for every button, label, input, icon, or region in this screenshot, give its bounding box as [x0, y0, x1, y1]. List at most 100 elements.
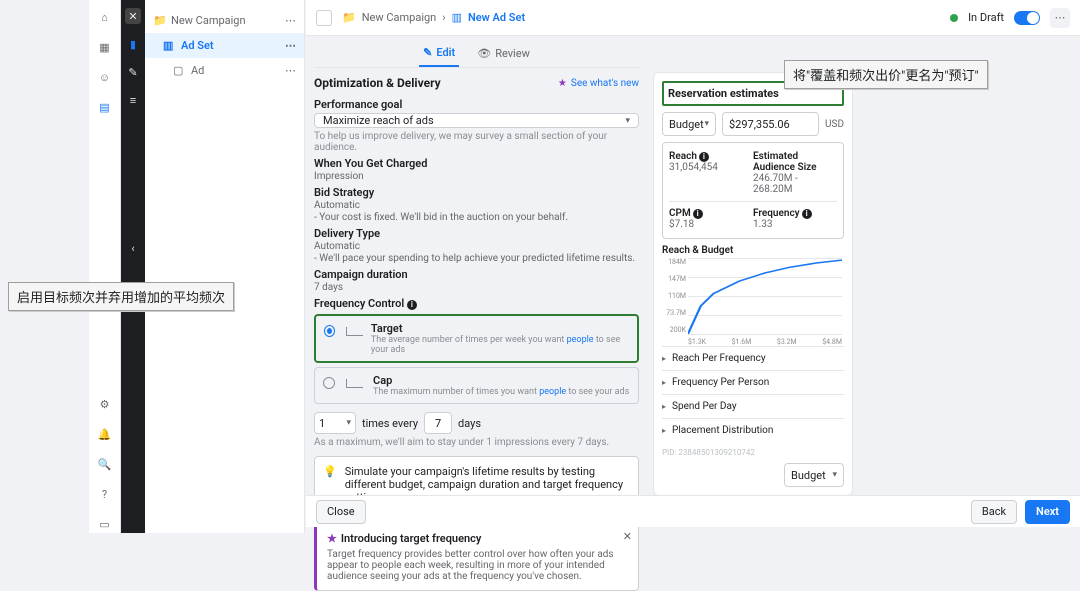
whats-new-link[interactable]: ★See what's new [558, 78, 639, 89]
star-icon: ★ [558, 78, 567, 89]
performance-goal-hint: To help us improve delivery, we may surv… [314, 131, 639, 153]
more-icon[interactable]: ⋯ [285, 64, 296, 77]
pencil-icon: ✎ [423, 46, 432, 59]
info-icon[interactable]: i [693, 209, 703, 219]
more-icon[interactable]: ⋯ [285, 14, 296, 27]
chevron-right-icon: ▸ [662, 426, 666, 435]
close-button[interactable]: Close [316, 500, 366, 524]
star-icon: ★ [327, 532, 337, 545]
accordion-label: Reach Per Frequency [672, 353, 766, 364]
face-icon[interactable]: ☺ [96, 68, 114, 86]
folder-icon: 📁 [153, 14, 165, 27]
home-icon[interactable]: ⌂ [96, 8, 114, 26]
status-toggle[interactable] [1014, 11, 1040, 25]
chevron-right-icon: ▸ [662, 354, 666, 363]
apps-icon[interactable]: ▦ [96, 38, 114, 56]
reports-icon[interactable]: ▭ [96, 515, 114, 533]
campaign-tree: 📁 New Campaign ⋯ ▥ Ad Set ⋯ ▢ Ad ⋯ [145, 0, 305, 533]
cpm-label: CPMi [669, 208, 753, 219]
close-icon[interactable]: ✕ [125, 8, 141, 24]
accordion-row[interactable]: ▸ Placement Distribution [662, 418, 844, 442]
tree-adset-row[interactable]: ▥ Ad Set ⋯ [145, 33, 304, 58]
radio-target[interactable] [324, 325, 335, 337]
tree-ad-label: Ad [191, 64, 204, 77]
intro-body: Target frequency provides better control… [327, 549, 630, 582]
tree-ad-row[interactable]: ▢ Ad ⋯ [145, 58, 304, 83]
notifications-icon[interactable]: 🔔 [96, 425, 114, 443]
more-icon[interactable]: ⋯ [285, 39, 296, 52]
reach-budget-chart-title: Reach & Budget [662, 245, 844, 256]
freq-option-cap[interactable]: Cap The maximum number of times you want… [314, 367, 639, 404]
grid-icon[interactable]: ▤ [96, 98, 114, 116]
freq-times-select[interactable]: 1▾ [314, 412, 356, 434]
accordion-row[interactable]: ▸Spend Per Day [662, 394, 844, 418]
charged-value: Impression [314, 171, 639, 182]
collapse-icon[interactable]: ‹ [125, 240, 141, 256]
tree-campaign-row[interactable]: 📁 New Campaign ⋯ [145, 8, 304, 33]
chart-icon[interactable]: ▮ [125, 36, 141, 52]
performance-goal-select[interactable]: Maximize reach of ads ▾ [314, 113, 639, 128]
budget-input[interactable]: $297,355.06 [722, 112, 819, 136]
bottom-bar: Close Back Next [306, 495, 1080, 527]
charged-label: When You Get Charged [314, 157, 639, 170]
close-icon[interactable]: ✕ [623, 530, 632, 543]
info-icon[interactable]: i [699, 152, 709, 162]
chevron-down-icon: ▾ [832, 470, 837, 480]
freq-inputs-row: 1▾ times every 7 days [314, 412, 639, 434]
target-chart-icon [343, 323, 363, 339]
edit-icon[interactable]: ✎ [125, 64, 141, 80]
status-label: In Draft [968, 11, 1004, 24]
footer-budget-select[interactable]: Budget▾ [784, 463, 844, 487]
cap-desc: The maximum number of times you want peo… [373, 387, 629, 397]
bid-label: Bid Strategy [314, 186, 639, 199]
intro-target-freq-box: ✕ ★Introducing target frequency Target f… [314, 523, 639, 591]
center-column: ✎Edit 👁Review Optimization & Delivery ★S… [314, 40, 639, 533]
back-button[interactable]: Back [971, 500, 1017, 524]
reservation-estimates-panel: Reservation estimates Budget▾ $297,355.0… [653, 72, 853, 496]
settings-icon[interactable]: ⚙ [96, 395, 114, 413]
frequency-value: 1.33 [753, 219, 837, 230]
freq-every-stepper[interactable]: 7 [424, 412, 452, 434]
accordion-label: Frequency Per Person [672, 377, 769, 388]
next-button[interactable]: Next [1025, 500, 1070, 524]
intro-title: ★Introducing target frequency [327, 532, 630, 545]
tab-edit[interactable]: ✎Edit [419, 40, 459, 67]
search-icon[interactable]: 🔍 [96, 455, 114, 473]
annotation-left: 启用目标频次并弃用增加的平均频次 [8, 282, 234, 311]
radio-cap[interactable] [323, 377, 335, 389]
tab-review[interactable]: 👁Review [473, 40, 534, 67]
sidebar-toggle-icon[interactable] [316, 10, 332, 26]
accordion-row[interactable]: ▸ Reach Per Frequency [662, 346, 844, 370]
crumb-campaign[interactable]: New Campaign [362, 11, 437, 24]
menu-icon[interactable]: ≡ [125, 92, 141, 108]
chevron-right-icon: ▸ [662, 402, 666, 411]
help-icon[interactable]: ? [96, 485, 114, 503]
budget-select[interactable]: Budget▾ [662, 112, 716, 136]
global-nav-rail: ⌂ ▦ ☺ ▤ ⚙ 🔔 🔍 ? ▭ [89, 0, 121, 533]
accordion-label: Placement Distribution [672, 425, 773, 436]
pid-label: PID: 23848501309210742 [662, 448, 844, 457]
tree-adset-label: Ad Set [181, 39, 214, 52]
section-heading: Optimization & Delivery [314, 76, 441, 90]
delivery-type-hint: - We'll pace your spending to help achie… [314, 253, 639, 264]
info-icon[interactable]: i [802, 209, 812, 219]
edit-tabs: ✎Edit 👁Review [314, 40, 639, 68]
main-header: 📁 New Campaign › ▥ New Ad Set In Draft ⋯ [306, 0, 1080, 36]
cap-chart-icon [343, 375, 365, 391]
adset-icon: ▥ [452, 11, 462, 24]
freq-option-target[interactable]: Target The average number of times per w… [314, 314, 639, 363]
performance-goal-value: Maximize reach of ads [323, 114, 434, 127]
performance-goal-label: Performance goal [314, 98, 639, 111]
delivery-type-label: Delivery Type [314, 227, 639, 240]
freq-hint: As a maximum, we'll aim to stay under 1 … [314, 437, 639, 448]
freq-control-label: Frequency Control i [314, 297, 639, 310]
folder-icon: 📁 [342, 11, 356, 24]
info-icon[interactable]: i [407, 300, 417, 310]
freq-days-label: days [458, 417, 481, 430]
accordion-row[interactable]: ▸Frequency Per Person [662, 370, 844, 394]
header-menu-icon[interactable]: ⋯ [1050, 8, 1070, 28]
reach-value: 31,054,454 [669, 162, 753, 173]
tree-campaign-label: New Campaign [171, 14, 246, 27]
frequency-label: Frequencyi [753, 208, 837, 219]
chevron-right-icon: › [442, 11, 445, 24]
